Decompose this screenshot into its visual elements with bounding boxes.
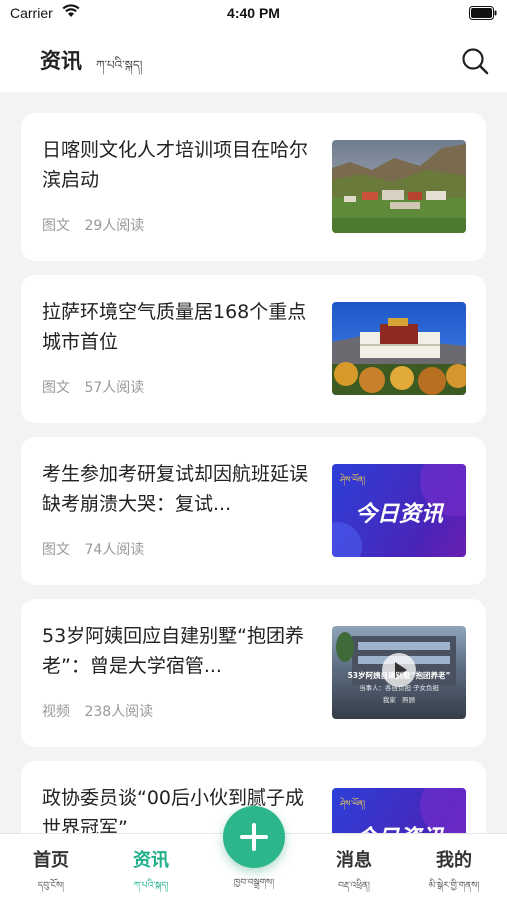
read-count: 57人阅读 — [84, 380, 145, 396]
nav-header: 资讯 ཀ་པའི་སྐད། — [0, 28, 507, 92]
news-type: 视频 — [42, 704, 70, 720]
today-news-banner: ཤེས་ཡོན། 今日资讯 — [332, 464, 466, 557]
read-count: 238人阅读 — [84, 704, 154, 720]
tree-shape — [336, 632, 354, 662]
building-windows — [358, 642, 450, 650]
tab-messages[interactable]: 消息 བརྡ་འཕྲིན། — [314, 846, 394, 900]
video-caption: 53岁阿姨自建别墅“抱团养老” — [347, 671, 451, 680]
tab-label-tibetan: ཀ་པའི་སྐད། — [133, 881, 169, 891]
tab-label: 首页 — [33, 850, 69, 871]
potala-palace-thumbnail — [332, 302, 466, 395]
banner-logo: ཤེས་ཡོན། — [340, 799, 366, 808]
tab-label: 资讯 — [133, 850, 169, 871]
tab-label-tibetan: མི་སྒེར་གྱི་གནས། — [428, 881, 480, 891]
tab-label: 我的 — [436, 850, 472, 871]
news-type: 图文 — [42, 542, 70, 558]
search-icon[interactable] — [460, 46, 490, 76]
banner-logo: ཤེས་ཡོན། — [340, 475, 366, 484]
news-card[interactable]: 53岁阿姨回应自建别墅“抱团养老”：曾是大学宿管... 视频 238人阅读 53… — [21, 599, 486, 747]
news-card[interactable]: 拉萨环境空气质量居168个重点城市首位 图文 57人阅读 — [21, 275, 486, 423]
news-headline: 日喀则文化人才培训项目在哈尔滨启动 — [42, 139, 309, 191]
news-type: 图文 — [42, 380, 70, 396]
video-subcaption: 当事人：各自负担 子女负担 — [358, 684, 440, 692]
clock: 4:40 PM — [227, 5, 280, 21]
tab-home[interactable]: 首页 དབུ་ངོས། — [11, 846, 91, 900]
tab-news[interactable]: 资讯 ཀ་པའི་སྐད། — [111, 846, 191, 900]
page-title: 资讯 — [40, 49, 82, 73]
tab-profile[interactable]: 我的 མི་སྒེར་གྱི་གནས། — [414, 846, 494, 900]
news-headline: 考生参加考研复试却因航班延误缺考崩溃大哭：复试... — [42, 463, 309, 515]
news-meta: 图文 74人阅读 — [42, 539, 144, 559]
news-meta: 图文 29人阅读 — [42, 215, 144, 235]
news-type: 图文 — [42, 218, 70, 234]
news-headline: 拉萨环境空气质量居168个重点城市首位 — [42, 301, 307, 353]
news-card[interactable]: 日喀则文化人才培训项目在哈尔滨启动 图文 29人阅读 — [21, 113, 486, 261]
mountain-village-thumbnail — [332, 140, 466, 233]
banner-text: 今日资讯 — [332, 820, 466, 833]
publish-label-tibetan: ཁྱབ་བསྒྲགས། — [233, 878, 275, 888]
banner-text: 今日资讯 — [354, 502, 443, 527]
news-headline: 53岁阿姨回应自建别墅“抱团养老”：曾是大学宿管... — [42, 625, 305, 677]
video-thumbnail[interactable]: 53岁阿姨自建别墅“抱团养老” 当事人：各自负担 子女负担 我家 照顾 — [332, 626, 466, 719]
read-count: 74人阅读 — [84, 542, 145, 558]
read-count: 29人阅读 — [84, 218, 145, 234]
news-meta: 视频 238人阅读 — [42, 701, 153, 721]
news-meta: 图文 57人阅读 — [42, 377, 144, 397]
tab-label-tibetan: བརྡ་འཕྲིན། — [338, 881, 370, 891]
news-card[interactable]: 考生参加考研复试却因航班延误缺考崩溃大哭：复试... 图文 74人阅读 ཤེས་… — [21, 437, 486, 585]
battery-icon — [469, 6, 497, 20]
publish-button[interactable] — [223, 806, 285, 868]
page-subtitle-tibetan: ཀ་པའི་སྐད། — [96, 58, 143, 72]
video-subcaption-2: 我家 照顾 — [382, 696, 416, 704]
news-feed[interactable]: 日喀则文化人才培训项目在哈尔滨启动 图文 29人阅读 拉萨环境空气质量居168个… — [0, 92, 507, 833]
tab-label: 消息 — [336, 850, 372, 871]
status-bar: Carrier 4:40 PM — [0, 0, 507, 28]
plus-icon — [252, 823, 256, 851]
tab-label-tibetan: དབུ་ངོས། — [37, 881, 65, 891]
today-news-banner: ཤེས་ཡོན། 今日资讯 — [332, 788, 466, 833]
